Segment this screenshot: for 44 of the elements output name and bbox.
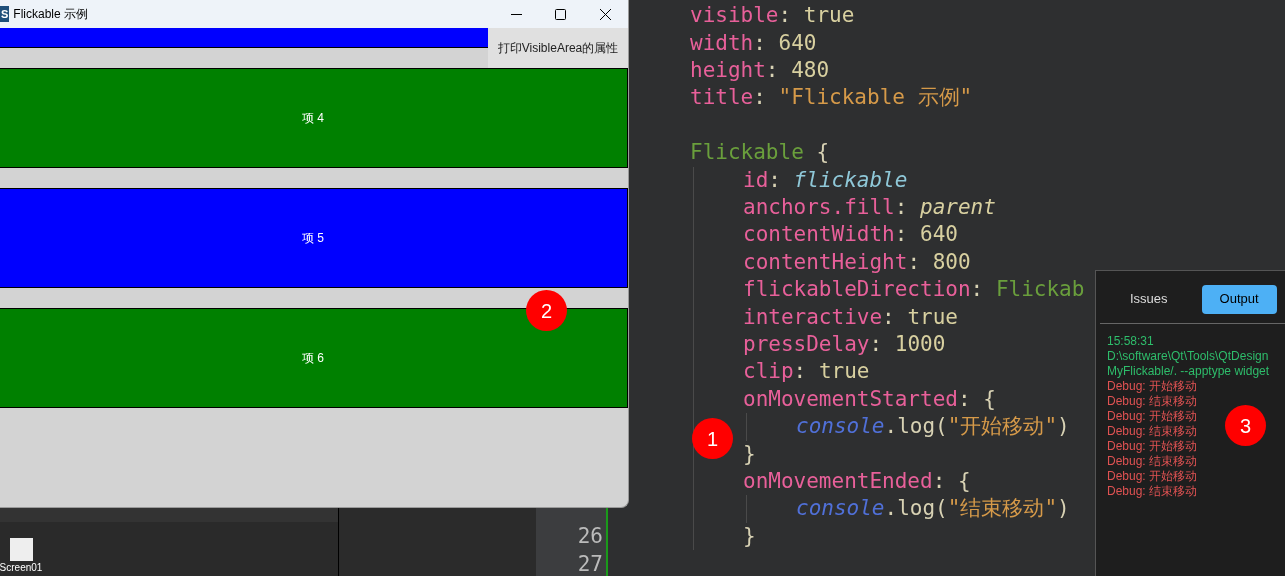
code-line: anchors.fill: parent — [743, 194, 996, 222]
output-line: MyFlickable/. --apptype widget — [1107, 364, 1270, 379]
component-thumbnail — [9, 538, 33, 561]
code-line: onMovementEnded: { — [743, 467, 971, 495]
output-line: 15:58:31 — [1107, 334, 1154, 349]
output-line: Debug: 开始移动 — [1107, 409, 1198, 424]
output-line: Debug: 结束移动 — [1107, 454, 1198, 469]
code-line: } — [743, 522, 756, 550]
code-line: } — [743, 440, 756, 468]
code-line: clip: true — [743, 358, 870, 386]
output-line: Debug: 结束移动 — [1107, 394, 1198, 409]
output-line: Debug: 结束移动 — [1107, 484, 1198, 499]
line-number: 27 — [576, 550, 604, 576]
print-button[interactable]: 打印VisibleArea的属性 — [488, 28, 628, 68]
code-line: visible: true — [690, 2, 855, 30]
window-title: Flickable 示例 — [13, 6, 89, 23]
code-line: width: 640 — [690, 29, 817, 57]
app-icon: S — [0, 6, 10, 22]
output-line: Debug: 结束移动 — [1107, 424, 1198, 439]
annotation-marker: 1 — [692, 418, 733, 459]
code-line: pressDelay: 1000 — [743, 331, 946, 358]
list-item: 项 4 — [0, 68, 628, 168]
code-line: onMovementStarted: { — [743, 385, 996, 413]
component-item[interactable]: Screen01 — [0, 538, 42, 576]
code-line: height: 480 — [690, 57, 830, 85]
code-line: Flickable { — [690, 139, 830, 167]
code-line: title: "Flickable 示例" — [690, 84, 973, 112]
line-number: 26 — [576, 523, 604, 551]
code-line: contentHeight: 800 — [743, 248, 971, 276]
code-line: flickableDirection: Flickab — [743, 276, 1085, 304]
panel-tab[interactable]: Issues — [1112, 284, 1186, 314]
code-line: console.log("结束移动") — [796, 495, 1070, 523]
output-line: Debug: 开始移动 — [1107, 379, 1198, 394]
maximize-icon — [554, 8, 566, 20]
code-line: contentWidth: 640 — [743, 221, 958, 249]
close-icon — [599, 8, 611, 20]
list-item: 项 5 — [0, 188, 628, 288]
output-line: Debug: 开始移动 — [1107, 439, 1198, 454]
code-line: id: flickable — [743, 166, 908, 194]
code-line: console.log("开始移动") — [796, 413, 1070, 441]
panel-tab[interactable]: Output — [1201, 284, 1277, 314]
output-line: D:\software\Qt\Tools\QtDesign — [1107, 349, 1269, 364]
output-line: Debug: 开始移动 — [1107, 469, 1198, 484]
code-line: interactive: true — [743, 303, 958, 331]
